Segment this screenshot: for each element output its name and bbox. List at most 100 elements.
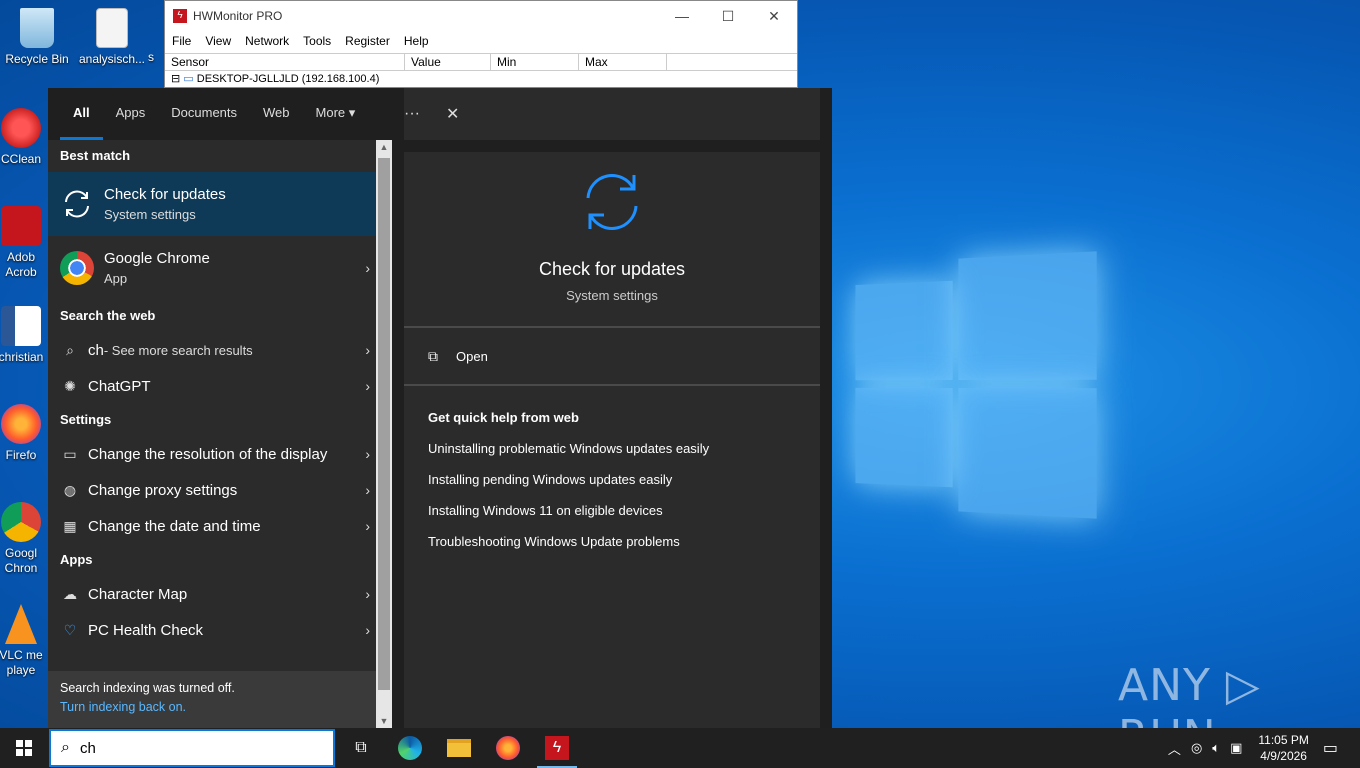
- menu-network[interactable]: Network: [245, 34, 289, 48]
- result-google-chrome[interactable]: Google Chrome App ›: [48, 236, 376, 300]
- desktop-icon-chrome[interactable]: Googl Chron: [0, 502, 48, 576]
- monitor-icon: ▭: [63, 446, 77, 462]
- taskbar-firefox[interactable]: [484, 728, 532, 768]
- chevron-right-icon[interactable]: ›: [365, 622, 370, 638]
- scroll-down-icon[interactable]: ▼: [376, 716, 392, 726]
- network-icon[interactable]: ▣: [1230, 740, 1242, 756]
- tab-more[interactable]: More ▾: [303, 88, 369, 140]
- chevron-right-icon[interactable]: ›: [365, 260, 370, 276]
- indexing-notice: Search indexing was turned off. Turn ind…: [48, 671, 376, 728]
- hwmonitor-app-icon: ϟ: [173, 9, 187, 23]
- result-chatgpt[interactable]: ✺ ChatGPT ›: [48, 368, 376, 404]
- chevron-right-icon[interactable]: ›: [365, 518, 370, 534]
- hwmonitor-window[interactable]: ϟ HWMonitor PRO — ☐ ✕ File View Network …: [164, 0, 798, 88]
- section-settings: Settings: [60, 412, 112, 427]
- menu-file[interactable]: File: [172, 34, 191, 48]
- minimize-icon[interactable]: —: [659, 8, 705, 25]
- word-document-icon: [1, 306, 41, 346]
- more-options-icon[interactable]: ···: [404, 105, 420, 123]
- result-proxy-settings[interactable]: ◍ Change proxy settings ›: [48, 472, 376, 508]
- start-button[interactable]: [0, 728, 48, 768]
- desktop-icon-firefox[interactable]: Firefo: [0, 404, 48, 462]
- results-scrollbar[interactable]: ▲ ▼: [376, 140, 392, 728]
- result-pc-health-check[interactable]: ♡ PC Health Check ›: [48, 612, 376, 648]
- menu-view[interactable]: View: [205, 34, 231, 48]
- windows-wallpaper-logo: [855, 251, 1097, 519]
- hwmonitor-icon: ϟ: [545, 736, 569, 760]
- firefox-icon: [1, 404, 41, 444]
- result-character-map[interactable]: ☁ Character Map ›: [48, 576, 376, 612]
- column-min[interactable]: Min: [491, 54, 579, 70]
- hwmonitor-column-headers: Sensor Value Min Max: [165, 53, 797, 71]
- quick-help-header: Get quick help from web: [428, 410, 579, 425]
- desktop-icon-analysis[interactable]: analysisch...: [76, 8, 148, 66]
- taskbar-file-explorer[interactable]: [435, 728, 483, 768]
- hwmonitor-title: HWMonitor PRO: [193, 9, 283, 23]
- menu-register[interactable]: Register: [345, 34, 390, 48]
- help-link-windows-11[interactable]: Installing Windows 11 on eligible device…: [404, 503, 820, 518]
- tab-documents[interactable]: Documents: [158, 88, 250, 140]
- menu-help[interactable]: Help: [404, 34, 429, 48]
- chevron-right-icon[interactable]: ›: [365, 446, 370, 462]
- tree-collapse-icon[interactable]: ⊟: [171, 73, 180, 85]
- tab-web[interactable]: Web: [250, 88, 303, 140]
- desktop-icon-word-doc[interactable]: christian: [0, 306, 48, 364]
- recycle-bin-icon: [20, 8, 54, 48]
- caret-down-icon: ▾: [348, 105, 356, 120]
- tree-row-desktop[interactable]: ⊟ ▭ DESKTOP-JGLLJLD (192.168.100.4): [165, 71, 797, 87]
- computer-icon: ▭: [183, 73, 194, 85]
- clock[interactable]: 11:05 PM 4/9/2026: [1258, 732, 1308, 764]
- task-view-button[interactable]: ⧉: [337, 728, 385, 768]
- menu-tools[interactable]: Tools: [303, 34, 331, 48]
- result-check-for-updates[interactable]: Check for updates System settings: [48, 172, 376, 236]
- document-icon: [96, 8, 128, 48]
- chrome-icon: [60, 251, 94, 285]
- volume-icon[interactable]: 🔈︎: [1212, 740, 1220, 756]
- search-input[interactable]: [79, 739, 300, 757]
- result-web-search[interactable]: ⌕ ch - See more search results ›: [48, 332, 376, 368]
- help-link-installing-pending[interactable]: Installing pending Windows updates easil…: [404, 472, 820, 487]
- chevron-up-icon[interactable]: ︿: [1168, 739, 1181, 758]
- vlc-cone-icon: [5, 604, 37, 644]
- search-tabs: All Apps Documents Web More ▾ ··· ✕: [48, 88, 832, 140]
- desktop-icon-recycle-bin[interactable]: Recycle Bin: [1, 8, 73, 66]
- result-change-resolution[interactable]: ▭ Change the resolution of the display ›: [48, 436, 376, 472]
- maximize-icon[interactable]: ☐: [705, 8, 751, 25]
- scroll-up-icon[interactable]: ▲: [376, 142, 392, 152]
- chevron-right-icon[interactable]: ›: [365, 378, 370, 394]
- help-link-uninstalling[interactable]: Uninstalling problematic Windows updates…: [404, 441, 820, 456]
- chatgpt-icon: ✺: [64, 378, 76, 394]
- column-sensor[interactable]: Sensor: [165, 54, 405, 70]
- section-search-web: Search the web: [60, 308, 156, 323]
- close-search-icon[interactable]: ✕: [446, 104, 459, 124]
- taskbar-hwmonitor[interactable]: ϟ: [533, 728, 581, 768]
- scroll-thumb[interactable]: [378, 158, 390, 690]
- desktop-icon-partial[interactable]: s: [148, 50, 164, 64]
- desktop-icon-acrobat[interactable]: Adob Acrob: [0, 206, 48, 280]
- notifications-icon[interactable]: ▭: [1323, 738, 1338, 758]
- result-title: Google Chrome: [104, 250, 210, 267]
- chevron-right-icon[interactable]: ›: [365, 586, 370, 602]
- turn-indexing-on-link[interactable]: Turn indexing back on.: [60, 700, 364, 714]
- heartbeat-icon: ♡: [63, 622, 77, 638]
- meet-now-icon[interactable]: ◎: [1191, 740, 1202, 756]
- desktop-icon-vlc[interactable]: VLC me playe: [0, 604, 48, 678]
- tab-apps[interactable]: Apps: [103, 88, 159, 140]
- help-link-troubleshooting[interactable]: Troubleshooting Windows Update problems: [404, 534, 820, 549]
- clock-time: 11:05 PM: [1258, 733, 1309, 747]
- system-tray: ︿ ◎ 🔈︎ ▣ 11:05 PM 4/9/2026 ▭: [1168, 728, 1360, 768]
- tab-all[interactable]: All: [60, 88, 103, 140]
- chevron-right-icon[interactable]: ›: [365, 482, 370, 498]
- hwmonitor-titlebar[interactable]: ϟ HWMonitor PRO — ☐ ✕: [165, 1, 797, 31]
- open-action[interactable]: ⧉ Open: [404, 328, 820, 386]
- desktop-icon-ccleaner[interactable]: CClean: [0, 108, 48, 166]
- column-value[interactable]: Value: [405, 54, 491, 70]
- result-date-time[interactable]: ▦ Change the date and time ›: [48, 508, 376, 544]
- taskbar-search-box[interactable]: ⌕: [49, 729, 335, 767]
- preview-subtitle: System settings: [566, 288, 658, 303]
- chevron-right-icon[interactable]: ›: [365, 342, 370, 358]
- results-list: Best match Check for updates System sett…: [48, 140, 376, 728]
- close-icon[interactable]: ✕: [751, 8, 797, 25]
- column-max[interactable]: Max: [579, 54, 667, 70]
- taskbar-edge[interactable]: [386, 728, 434, 768]
